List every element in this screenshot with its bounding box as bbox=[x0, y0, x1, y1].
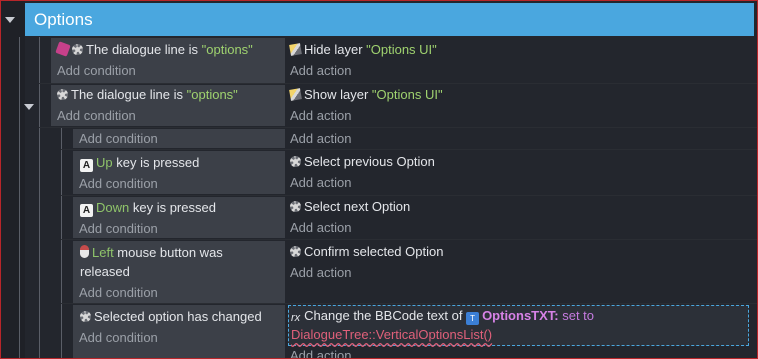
action-text: Show layer bbox=[304, 87, 372, 102]
condition-text: mouse button was bbox=[113, 245, 223, 260]
condition-row[interactable]: Selected option has changed bbox=[80, 308, 262, 326]
divider bbox=[61, 303, 757, 304]
condition-text: key is pressed bbox=[129, 200, 216, 215]
add-condition-link[interactable]: Add condition bbox=[79, 284, 158, 302]
condition-row[interactable]: A Down key is pressed bbox=[80, 199, 216, 217]
action-text: Select next Option bbox=[304, 199, 411, 214]
gutter bbox=[1, 1, 25, 358]
gear-icon bbox=[290, 246, 301, 257]
divider bbox=[61, 149, 757, 150]
events-sheet: Options The dialogue line is "options" A… bbox=[0, 0, 758, 359]
condition-text-line2: released bbox=[80, 264, 130, 279]
action-row[interactable]: Hide layer "Options UI" bbox=[289, 41, 437, 59]
action-expression: DialogueTree::VerticalOptionsList() bbox=[291, 326, 492, 344]
expression-error: DialogueTree::VerticalOptionsList() bbox=[291, 327, 493, 342]
add-action-link[interactable]: Add action bbox=[290, 174, 351, 192]
add-condition-link[interactable]: Add condition bbox=[57, 107, 136, 125]
layer-icon bbox=[289, 88, 302, 101]
pin-icon bbox=[55, 41, 71, 57]
action-text: Change the BBCode text of bbox=[304, 308, 467, 323]
indent-guide bbox=[39, 37, 40, 358]
add-condition-link[interactable]: Add condition bbox=[79, 329, 158, 347]
variable-icon: rx bbox=[291, 312, 301, 324]
keyboard-key-icon: A bbox=[80, 204, 93, 217]
condition-text: The dialogue line is bbox=[71, 87, 187, 102]
action-text: Hide layer bbox=[304, 42, 367, 57]
divider bbox=[39, 127, 757, 128]
add-action-link[interactable]: Add action bbox=[290, 107, 351, 125]
mouse-button-name: Left bbox=[92, 245, 114, 260]
add-action-link[interactable]: Add action bbox=[290, 219, 351, 237]
condition-row[interactable]: The dialogue line is "options" bbox=[55, 41, 253, 59]
condition-row[interactable]: A Up key is pressed bbox=[80, 154, 199, 172]
action-text: Select previous Option bbox=[304, 154, 435, 169]
gear-icon bbox=[80, 311, 91, 322]
add-action-link[interactable]: Add action bbox=[290, 62, 351, 80]
mouse-icon bbox=[80, 245, 89, 258]
divider bbox=[39, 83, 757, 84]
action-verb: set to bbox=[558, 308, 595, 323]
condition-value: "options" bbox=[201, 42, 253, 57]
collapse-group-icon[interactable] bbox=[5, 17, 15, 23]
text-object-icon: T bbox=[466, 312, 480, 325]
condition-text: key is pressed bbox=[112, 155, 200, 170]
key-name: Up bbox=[96, 155, 113, 170]
add-action-link[interactable]: Add action bbox=[290, 347, 351, 358]
object-name: OptionsTXT: bbox=[482, 308, 559, 323]
action-row[interactable]: Select next Option bbox=[290, 198, 410, 216]
key-name: Down bbox=[96, 200, 130, 215]
add-condition-link[interactable]: Add condition bbox=[79, 175, 158, 193]
add-action-link[interactable]: Add action bbox=[290, 130, 351, 148]
condition-row[interactable]: Left mouse button was bbox=[80, 244, 223, 262]
indent-guide bbox=[61, 127, 62, 358]
group-header[interactable]: Options bbox=[25, 3, 754, 36]
add-condition-link[interactable]: Add condition bbox=[79, 130, 158, 148]
group-title: Options bbox=[34, 10, 93, 29]
gear-icon bbox=[290, 156, 301, 167]
keyboard-key-icon: A bbox=[80, 159, 93, 172]
divider bbox=[61, 195, 757, 196]
condition-text: The dialogue line is bbox=[86, 42, 202, 57]
action-text: Confirm selected Option bbox=[304, 244, 444, 259]
gear-icon bbox=[57, 89, 68, 100]
action-row[interactable]: Select previous Option bbox=[290, 153, 435, 171]
condition-text: Selected option has changed bbox=[94, 309, 262, 324]
condition-value: "options" bbox=[186, 87, 238, 102]
add-condition-link[interactable]: Add condition bbox=[57, 62, 136, 80]
indent-guide bbox=[19, 37, 20, 358]
action-value: "Options UI" bbox=[366, 42, 437, 57]
collapse-event-icon[interactable] bbox=[24, 104, 34, 110]
layer-icon bbox=[289, 43, 302, 56]
condition-row[interactable]: The dialogue line is "options" bbox=[57, 86, 238, 104]
gear-icon bbox=[72, 44, 83, 55]
add-condition-link[interactable]: Add condition bbox=[79, 220, 158, 238]
divider bbox=[61, 239, 757, 240]
action-value: "Options UI" bbox=[371, 87, 443, 102]
add-action-link[interactable]: Add action bbox=[290, 264, 351, 282]
action-row[interactable]: Confirm selected Option bbox=[290, 243, 443, 261]
gear-icon bbox=[290, 201, 301, 212]
action-row[interactable]: rx Change the BBCode text of T OptionsTXT:… bbox=[291, 307, 594, 325]
action-row[interactable]: Show layer "Options UI" bbox=[289, 86, 443, 104]
